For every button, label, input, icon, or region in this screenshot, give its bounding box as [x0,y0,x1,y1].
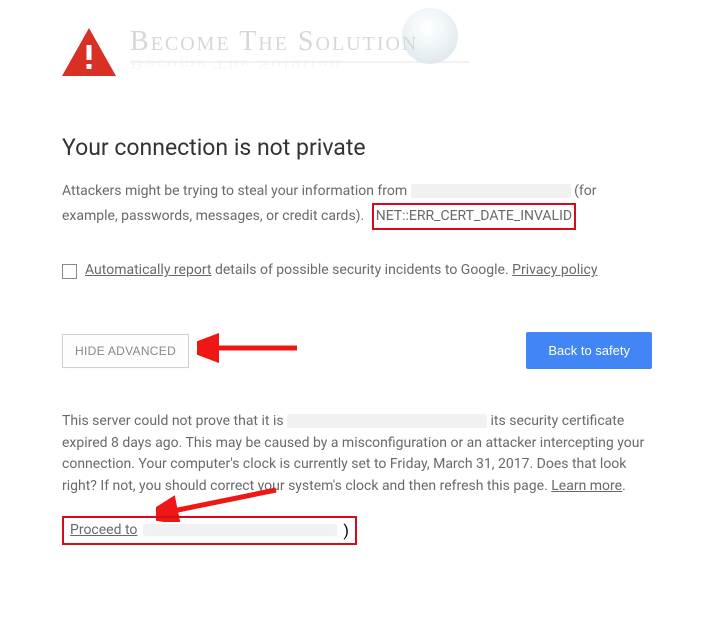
details-pre: This server could not prove that it is [62,413,287,429]
proceed-link-highlight: Proceed to ) [62,516,357,545]
page-title: Your connection is not private [62,134,652,161]
redacted-host-1 [411,184,571,198]
report-text: Automatically report details of possible… [85,260,597,282]
warning-description: Attackers might be trying to steal your … [62,181,652,230]
error-code: NET::ERR_CERT_DATE_INVALID [376,208,572,224]
proceed-tail: ) [343,521,349,540]
auto-report-checkbox[interactable] [62,264,77,279]
warning-triangle-icon [62,28,116,80]
advanced-details: This server could not prove that it is i… [62,411,652,498]
proceed-link[interactable]: Proceed to [70,522,137,538]
back-to-safety-button[interactable]: Back to safety [526,332,652,369]
error-code-highlight: NET::ERR_CERT_DATE_INVALID [372,203,576,231]
annotation-arrow-1 [197,328,307,368]
learn-more-link[interactable]: Learn more [551,478,622,494]
redacted-host-2 [287,414,487,428]
report-tail: details of possible security incidents t… [211,262,512,278]
auto-report-link[interactable]: Automatically report [85,262,211,278]
privacy-policy-link[interactable]: Privacy policy [512,262,597,278]
desc-pre: Attackers might be trying to steal your … [62,183,411,199]
hide-advanced-button[interactable]: HIDE ADVANCED [62,334,189,368]
redacted-host-3 [143,524,337,536]
